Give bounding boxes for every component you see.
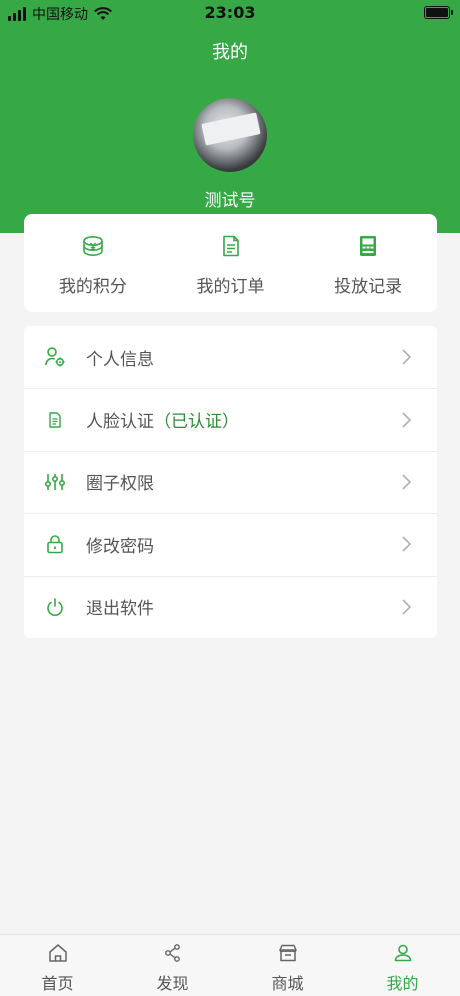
menu-item-circle-permissions-label: 圈子权限 [86, 474, 154, 495]
menu-item-personal-info[interactable]: 个人信息 [24, 326, 437, 388]
chevron-right-icon [402, 536, 412, 552]
tab-store-label: 商城 [271, 974, 304, 993]
my-points-label: 我的积分 [58, 277, 127, 297]
document-icon [49, 411, 61, 428]
share-icon [164, 944, 180, 962]
profile-screen: 中国移动 23:03 我的 测试号 我的积分 我的订单 投放记录 个人信息 人脸… [0, 0, 460, 996]
stats-card: 我的积分 我的订单 投放记录 [24, 214, 437, 312]
menu-item-face-verification[interactable]: 人脸认证（已认证） [24, 388, 437, 450]
sliders-icon [44, 473, 66, 490]
my-orders-button[interactable]: 我的订单 [162, 214, 300, 312]
home-icon [48, 944, 67, 962]
menu-item-face-verification-label: 人脸认证（已认证） [86, 412, 239, 433]
order-document-icon [222, 235, 239, 257]
menu-item-circle-permissions[interactable]: 圈子权限 [24, 450, 437, 513]
lock-icon [47, 535, 63, 554]
chevron-right-icon [402, 349, 412, 365]
tab-discover[interactable]: 发现 [115, 935, 230, 996]
menu-item-exit-app-label: 退出软件 [86, 599, 154, 620]
page-title: 我的 [212, 42, 248, 63]
user-icon [394, 944, 411, 962]
store-icon [278, 944, 297, 962]
power-icon [47, 597, 63, 616]
menu-list: 个人信息 人脸认证（已认证） 圈子权限 修改密码 退出软件 [24, 326, 437, 638]
username: 测试号 [204, 191, 256, 211]
menu-item-change-password-label: 修改密码 [86, 536, 154, 557]
delivery-records-label: 投放记录 [334, 277, 403, 297]
chevron-right-icon [402, 474, 412, 490]
menu-item-change-password[interactable]: 修改密码 [24, 513, 437, 575]
status-time: 23:03 [204, 3, 256, 22]
avatar[interactable] [193, 98, 267, 172]
menu-item-personal-info-label: 个人信息 [86, 349, 154, 370]
chevron-right-icon [402, 412, 412, 428]
bottom-tab-bar: 首页 发现 商城 我的 [0, 934, 460, 996]
tab-discover-label: 发现 [156, 974, 189, 993]
battery-icon [424, 6, 453, 19]
atm-machine-icon [360, 236, 377, 256]
tab-home-label: 首页 [41, 974, 74, 993]
delivery-records-button[interactable]: 投放记录 [299, 214, 437, 312]
tab-profile[interactable]: 我的 [345, 935, 460, 996]
tab-store[interactable]: 商城 [230, 935, 345, 996]
my-orders-label: 我的订单 [196, 277, 265, 297]
verified-status: （已认证） [154, 412, 239, 433]
chevron-right-icon [402, 599, 412, 615]
tab-home[interactable]: 首页 [0, 935, 115, 996]
tab-profile-label: 我的 [386, 974, 419, 993]
menu-item-exit-app[interactable]: 退出软件 [24, 575, 437, 638]
user-settings-icon [45, 347, 65, 367]
status-bar: 中国移动 23:03 [0, 0, 460, 28]
yuan-coin-icon [83, 236, 103, 257]
my-points-button[interactable]: 我的积分 [24, 214, 162, 312]
